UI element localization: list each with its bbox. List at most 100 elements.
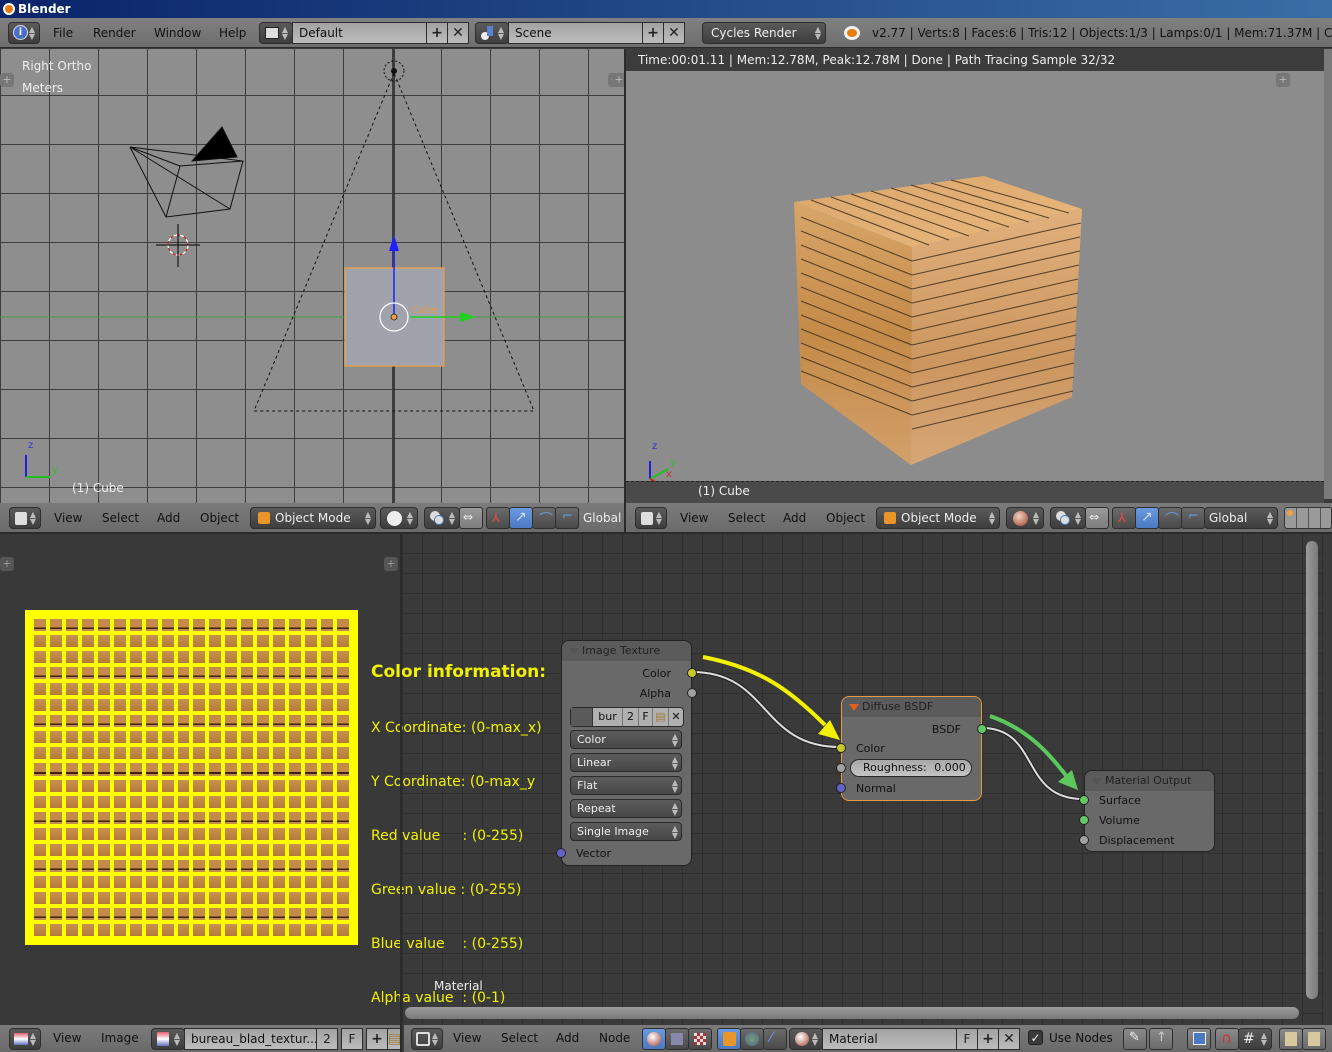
bsdf-output-socket[interactable] <box>977 724 987 734</box>
vector-input-socket[interactable] <box>556 848 566 858</box>
menu-image[interactable]: Image <box>101 1025 139 1052</box>
menu-window[interactable]: Window <box>154 18 201 48</box>
editor-type-button[interactable]: ▲ ▼ <box>9 1028 41 1050</box>
color-output-socket[interactable] <box>687 668 697 678</box>
unlink-material-button[interactable]: ✕ <box>998 1028 1020 1050</box>
transform-manipulator-toggle[interactable]: ⅄ <box>486 507 510 529</box>
area-divider-vertical[interactable] <box>624 49 626 533</box>
menu-view[interactable]: View <box>53 1025 81 1052</box>
image-users-count[interactable]: 2 <box>623 708 639 726</box>
screen-layout-browse[interactable]: ▲ ▼ <box>259 22 293 44</box>
world-shader-button[interactable] <box>740 1028 764 1050</box>
layer-buttons[interactable] <box>1284 507 1332 529</box>
surface-input-socket[interactable] <box>1079 795 1089 805</box>
menu-object[interactable]: Object <box>200 503 239 533</box>
add-layout-button[interactable]: + <box>426 22 448 44</box>
toolshelf-expand-icon[interactable]: + <box>0 557 14 571</box>
unlink-close-icon[interactable]: ✕ <box>669 708 683 726</box>
area-divider-horizontal[interactable] <box>0 532 1332 534</box>
collapse-triangle-icon[interactable] <box>849 704 859 711</box>
color-input-socket[interactable] <box>836 743 846 753</box>
material-output-node[interactable]: Material Output Surface Volume Displacem… <box>1079 770 1215 852</box>
material-name-field[interactable]: Material <box>822 1028 957 1050</box>
menu-file[interactable]: File <box>53 18 73 48</box>
rotate-manipulator-button[interactable]: ⌒ <box>532 507 556 529</box>
open-folder-icon[interactable]: ▤ <box>653 708 669 726</box>
backdrop-button[interactable] <box>1187 1028 1211 1050</box>
editor-type-button[interactable]: ▲ ▼ <box>411 1028 443 1050</box>
image-name-field[interactable]: bureau_blad_textur... <box>184 1028 318 1050</box>
scale-manipulator-button[interactable]: ⌐ <box>1181 507 1205 529</box>
remove-layout-button[interactable]: ✕ <box>447 22 469 44</box>
interpolation-dropdown[interactable]: Linear ▲ ▼ <box>570 753 682 772</box>
remove-scene-button[interactable]: ✕ <box>663 22 685 44</box>
area-divider-vertical-bottom[interactable] <box>400 533 402 1052</box>
image-name-field[interactable]: bur <box>593 708 623 726</box>
transform-orientation-select[interactable]: Global ▲ ▼ <box>1204 507 1278 529</box>
menu-select[interactable]: Select <box>102 503 139 533</box>
new-image-button[interactable]: + <box>366 1028 388 1050</box>
shader-nodes-button[interactable] <box>642 1028 666 1050</box>
render-engine-select[interactable]: Cycles Render ▲ ▼ <box>702 22 826 44</box>
menu-view[interactable]: View <box>453 1025 481 1052</box>
rendered-viewport[interactable]: Time:00:01.11 | Mem:12.78M, Peak:12.78M … <box>612 49 1324 495</box>
node-header[interactable]: Diffuse BSDF <box>842 697 981 717</box>
mode-select[interactable]: Object Mode ▲ ▼ <box>876 507 1000 529</box>
node-header[interactable]: Image Texture <box>562 641 691 661</box>
pivot-point-select[interactable]: ▲ ▼ <box>424 507 460 529</box>
extension-dropdown[interactable]: Repeat ▲ ▼ <box>570 799 682 818</box>
mode-select[interactable]: Object Mode ▲ ▼ <box>250 507 376 529</box>
texture-nodes-button[interactable] <box>665 1028 689 1050</box>
viewport-shading-select[interactable]: ▲ ▼ <box>380 507 418 529</box>
scene-browse[interactable]: ▲ ▼ <box>475 22 509 44</box>
image-selector[interactable]: bur 2 F ▤ ✕ <box>570 707 684 727</box>
transform-manipulator-toggle[interactable]: ⅄ <box>1112 507 1136 529</box>
new-material-button[interactable]: + <box>977 1028 999 1050</box>
pivot-point-select[interactable]: ▲ ▼ <box>1050 507 1086 529</box>
normal-input-socket[interactable] <box>836 783 846 793</box>
menu-object[interactable]: Object <box>826 503 865 533</box>
menu-add[interactable]: Add <box>783 503 806 533</box>
node-header[interactable]: Material Output <box>1085 771 1214 791</box>
use-nodes-checkbox[interactable]: ✓ Use Nodes <box>1028 1030 1113 1045</box>
manipulate-center-points-button[interactable]: ⇔ <box>1085 507 1109 529</box>
fake-user-button[interactable]: F <box>341 1028 363 1050</box>
projection-dropdown[interactable]: Flat ▲ ▼ <box>570 776 682 795</box>
viewport-shading-select[interactable]: ▲ ▼ <box>1006 507 1044 529</box>
alpha-output-socket[interactable] <box>687 688 697 698</box>
menu-render[interactable]: Render <box>93 18 136 48</box>
snap-toggle-button[interactable]: ∩ <box>1215 1028 1239 1050</box>
properties-expand-icon[interactable]: + <box>384 557 398 571</box>
object-shader-button[interactable] <box>717 1028 741 1050</box>
image-texture-node[interactable]: Image Texture Color Alpha bur 2 F ▤ ✕ Co… <box>556 640 697 866</box>
menu-add[interactable]: Add <box>157 503 180 533</box>
volume-input-socket[interactable] <box>1079 815 1089 825</box>
menu-add[interactable]: Add <box>556 1025 579 1052</box>
menu-node[interactable]: Node <box>599 1025 630 1052</box>
menu-view[interactable]: View <box>680 503 708 533</box>
roughness-input-socket[interactable] <box>836 763 846 773</box>
fake-user-button[interactable]: F <box>956 1028 978 1050</box>
image-browse[interactable]: ▲ ▼ <box>151 1028 185 1050</box>
transform-orientation-value[interactable]: Global <box>583 503 621 533</box>
snap-element-select[interactable]: # ▲ ▼ <box>1238 1028 1272 1050</box>
scene-field[interactable]: Scene <box>508 22 643 44</box>
left-3d-viewport[interactable]: Right Ortho Meters + + <box>0 49 624 503</box>
fake-user-button[interactable]: F <box>639 708 653 726</box>
rotate-manipulator-button[interactable]: ⌒ <box>1158 507 1182 529</box>
color-space-dropdown[interactable]: Color ▲ ▼ <box>570 730 682 749</box>
image-browse-icon[interactable] <box>571 708 593 726</box>
editor-type-button[interactable]: ▲ ▼ <box>635 507 667 529</box>
scale-manipulator-button[interactable]: ⌐ <box>555 507 579 529</box>
menu-select[interactable]: Select <box>501 1025 538 1052</box>
linestyle-shader-button[interactable]: ⁄ <box>763 1028 787 1050</box>
right-area-edge[interactable] <box>1324 49 1332 499</box>
editor-type-button[interactable]: ▲ ▼ <box>9 507 41 529</box>
parent-node-tree-button[interactable]: ↑ <box>1149 1028 1173 1050</box>
menu-view[interactable]: View <box>54 503 82 533</box>
editor-type-button[interactable]: i ▲ ▼ <box>8 22 40 44</box>
menu-help[interactable]: Help <box>219 18 246 48</box>
material-browse[interactable]: ▲ ▼ <box>789 1028 823 1050</box>
add-scene-button[interactable]: + <box>642 22 664 44</box>
manipulate-center-points-button[interactable]: ⇔ <box>459 507 483 529</box>
